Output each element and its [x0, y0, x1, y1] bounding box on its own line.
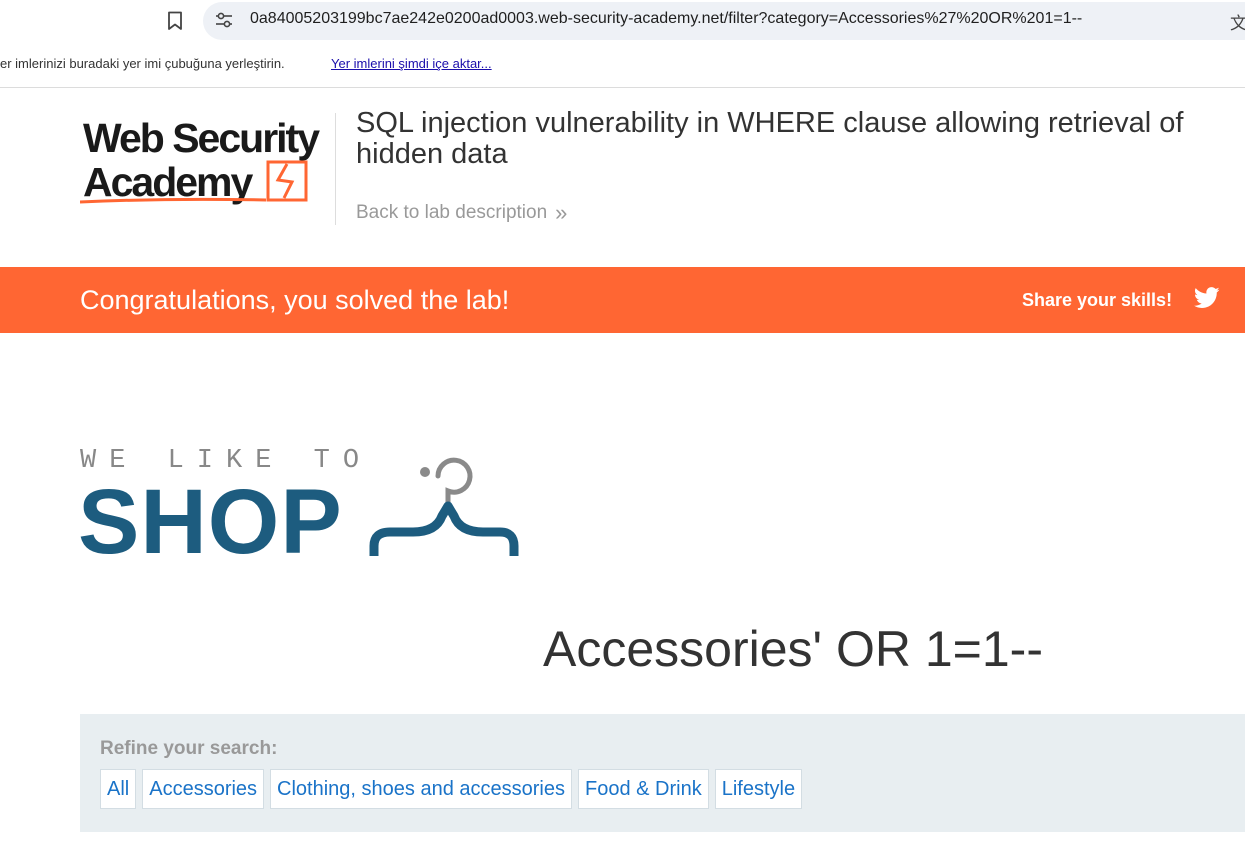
solved-message: Congratulations, you solved the lab!	[80, 285, 510, 315]
filter-link-accessories[interactable]: Accessories	[142, 769, 265, 809]
we-like-to-shop-logo: WE LIKE TO SHOP	[78, 446, 528, 572]
lab-solved-banner: Congratulations, you solved the lab! Sha…	[0, 267, 1245, 333]
filter-link-clothing[interactable]: Clothing, shoes and accessories	[270, 769, 572, 809]
header-divider	[335, 113, 336, 225]
url-text[interactable]: 0a84005203199bc7ae242e0200ad0003.web-sec…	[250, 10, 1082, 28]
refine-search-label: Refine your search:	[100, 738, 278, 759]
browser-toolbar: 0a84005203199bc7ae242e0200ad0003.web-sec…	[0, 0, 1245, 44]
lab-title: SQL injection vulnerability in WHERE cla…	[356, 107, 1184, 170]
bookmark-icon[interactable]	[162, 8, 188, 34]
clothes-hanger-icon	[369, 457, 519, 556]
bookmarks-bar: er imlerinizi buradaki yer imi çubuğuna …	[0, 44, 1245, 88]
twitter-icon[interactable]	[1193, 287, 1220, 314]
category-filter-list: All Accessories Clothing, shoes and acce…	[100, 769, 803, 809]
web-security-academy-logo[interactable]: Web Security Academy	[79, 112, 332, 208]
category-heading: Accessories' OR 1=1--	[543, 621, 1043, 677]
site-settings-icon[interactable]	[213, 9, 235, 31]
back-link-label: Back to lab description	[356, 202, 548, 223]
translate-icon[interactable]: 文	[1230, 9, 1245, 34]
logo-line-1: Web Security	[83, 115, 320, 161]
back-to-lab-description-link[interactable]: Back to lab description »	[356, 200, 567, 226]
double-chevron-right-icon: »	[555, 200, 568, 225]
filter-link-food-drink[interactable]: Food & Drink	[578, 769, 709, 809]
shop-logo-word: SHOP	[78, 471, 343, 573]
filter-link-all[interactable]: All	[100, 769, 137, 809]
bookmarks-bar-hint: er imlerinizi buradaki yer imi çubuğuna …	[0, 56, 285, 71]
filter-link-lifestyle[interactable]: Lifestyle	[714, 769, 803, 809]
import-bookmarks-link[interactable]: Yer imlerini şimdi içe aktar...	[331, 56, 492, 71]
filter-panel: Refine your search: All Accessories Clot…	[80, 714, 1245, 832]
share-skills-label: Share your skills!	[1022, 290, 1173, 310]
share-skills-link[interactable]: Share your skills!	[1022, 287, 1220, 314]
